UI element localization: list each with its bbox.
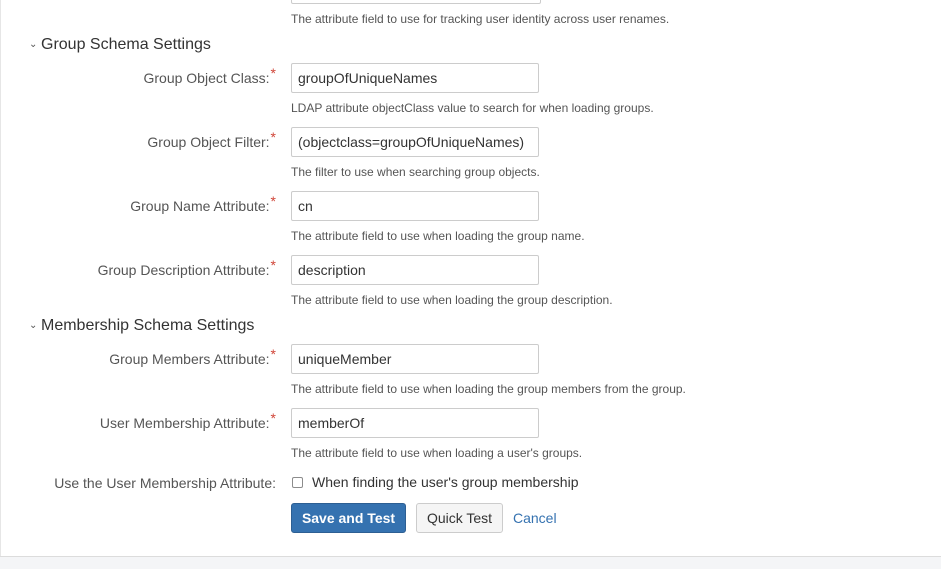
chevron-down-icon[interactable]: ⌄	[29, 320, 41, 331]
membership-schema-section-header[interactable]: ⌄ Membership Schema Settings	[29, 317, 254, 335]
quick-test-button[interactable]: Quick Test	[416, 503, 503, 533]
group-name-attribute-label: Group Name Attribute:*	[130, 193, 276, 214]
group-object-filter-label: Group Object Filter:*	[147, 129, 276, 150]
user-membership-attribute-label: User Membership Attribute:*	[99, 410, 276, 431]
chevron-down-icon[interactable]: ⌄	[29, 39, 41, 50]
group-object-class-description: LDAP attribute objectClass value to sear…	[291, 101, 654, 115]
user-membership-attribute-input[interactable]	[291, 408, 539, 438]
use-user-membership-label: Use the User Membership Attribute:	[54, 475, 276, 491]
group-description-attribute-input[interactable]	[291, 255, 539, 285]
group-schema-section-header[interactable]: ⌄ Group Schema Settings	[29, 36, 211, 54]
group-object-filter-description: The filter to use when searching group o…	[291, 165, 540, 179]
group-object-class-input[interactable]	[291, 63, 539, 93]
page-footer-bar	[0, 556, 941, 569]
membership-schema-title: Membership Schema Settings	[41, 317, 255, 334]
required-marker: *	[270, 410, 276, 426]
group-members-attribute-input[interactable]	[291, 344, 539, 374]
checkbox-icon[interactable]	[292, 476, 303, 488]
user-unique-id-description: The attribute field to use for tracking …	[291, 12, 670, 26]
user-unique-id-input[interactable]	[291, 0, 541, 4]
group-members-attribute-description: The attribute field to use when loading …	[291, 382, 686, 396]
use-user-membership-row[interactable]: When finding the user's group membership	[291, 474, 578, 490]
required-marker: *	[270, 346, 276, 362]
group-name-attribute-description: The attribute field to use when loading …	[291, 229, 585, 243]
group-object-filter-input[interactable]	[291, 127, 539, 157]
ldap-settings-form: The attribute field to use for tracking …	[0, 0, 941, 558]
user-membership-attribute-description: The attribute field to use when loading …	[291, 446, 583, 460]
group-description-attribute-description: The attribute field to use when loading …	[291, 293, 613, 307]
group-name-attribute-input[interactable]	[291, 191, 539, 221]
group-schema-title: Group Schema Settings	[41, 36, 211, 53]
required-marker: *	[270, 257, 276, 273]
required-marker: *	[270, 65, 276, 81]
group-members-attribute-label: Group Members Attribute:*	[109, 346, 276, 367]
required-marker: *	[270, 193, 276, 209]
group-description-attribute-label: Group Description Attribute:*	[97, 257, 276, 278]
group-object-class-label: Group Object Class:*	[143, 65, 276, 86]
cancel-link[interactable]: Cancel	[513, 510, 557, 526]
use-user-membership-checkbox-label[interactable]: When finding the user's group membership	[312, 474, 578, 490]
save-and-test-button[interactable]: Save and Test	[291, 503, 406, 533]
required-marker: *	[270, 129, 276, 145]
